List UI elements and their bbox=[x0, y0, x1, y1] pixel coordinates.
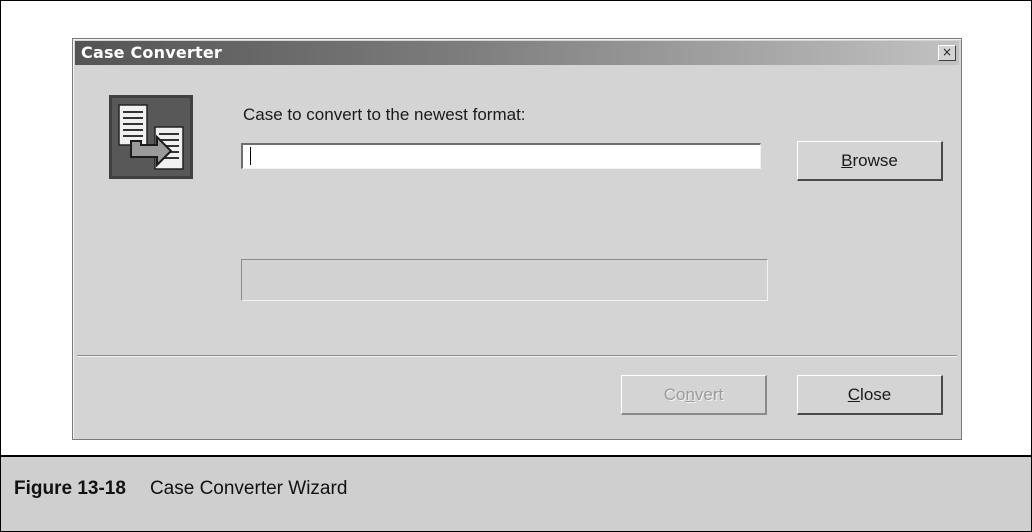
convert-label-pre: Co bbox=[663, 384, 686, 404]
close-label-key: C bbox=[847, 384, 861, 404]
dialog-title: Case Converter bbox=[81, 43, 222, 62]
figure-caption: Figure 13-18 Case Converter Wizard bbox=[14, 478, 347, 500]
case-path-label: Case to convert to the newest format: bbox=[243, 105, 526, 124]
convert-label-key: n bbox=[685, 384, 695, 404]
dialog-titlebar[interactable]: Case Converter × bbox=[75, 41, 959, 65]
text-caret bbox=[250, 147, 251, 165]
case-converter-dialog: Case Converter × Case to convert to the … bbox=[72, 38, 962, 440]
browse-button[interactable]: Browse bbox=[797, 141, 943, 181]
browse-label-post: rowse bbox=[852, 150, 898, 170]
conversion-progress-bar bbox=[241, 259, 768, 301]
convert-label-post: vert bbox=[694, 384, 724, 404]
case-path-input[interactable] bbox=[241, 143, 761, 169]
close-label-post: lose bbox=[860, 384, 892, 404]
case-convert-icon bbox=[109, 95, 193, 179]
dialog-separator bbox=[77, 355, 957, 357]
close-icon[interactable]: × bbox=[938, 45, 956, 61]
browse-label-key: B bbox=[841, 150, 853, 170]
figure-label: Figure 13-18 bbox=[14, 478, 126, 499]
figure-title: Case Converter Wizard bbox=[149, 478, 348, 499]
close-button[interactable]: Close bbox=[797, 375, 943, 415]
convert-button[interactable]: Co n vert bbox=[621, 375, 767, 415]
